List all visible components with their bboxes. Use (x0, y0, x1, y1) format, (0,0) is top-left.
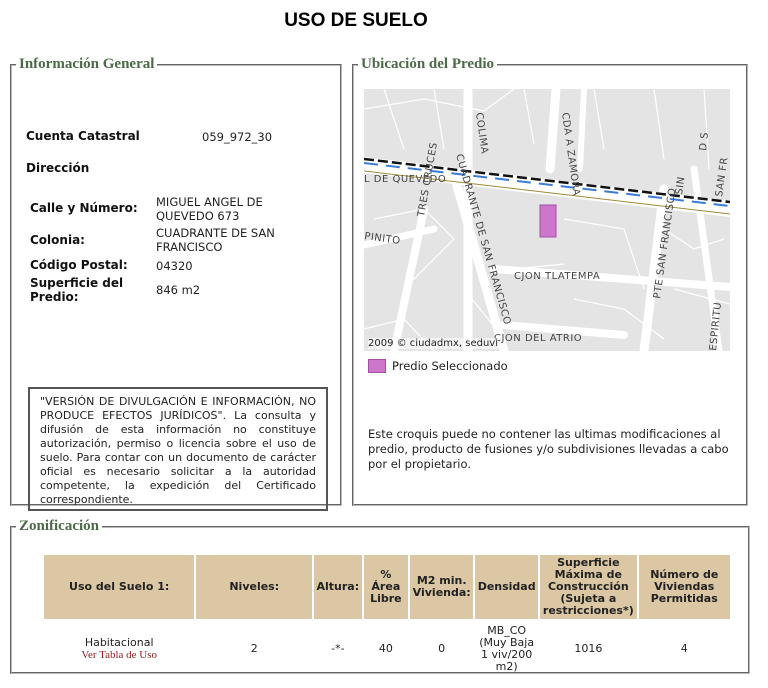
predio-seleccionado-label: Predio Seleccionado (392, 359, 508, 373)
map-street-tlatempa: CJON TLATEMPA (514, 271, 600, 282)
cell-altura: -*- (331, 642, 345, 655)
header-densidad: Densidad (475, 555, 539, 619)
informacion-general-panel: Información General Cuenta Catastral 059… (10, 56, 342, 511)
cuenta-catastral-label: Cuenta Catastral (26, 129, 140, 143)
header-m2-min-vivienda: M2 min. Vivienda: (410, 555, 474, 619)
header-altura: Altura: (314, 555, 362, 619)
ver-tabla-de-uso-link[interactable]: Ver Tabla de Uso (46, 649, 192, 661)
croquis-note: Este croquis puede no contener las ultim… (368, 427, 729, 471)
calle-value-line1: MIGUEL ANGEL DE (156, 195, 263, 209)
ubicacion-predio-legend: Ubicación del Predio (361, 56, 495, 72)
page-title: USO DE SUELO (284, 10, 428, 31)
map-credit: 2009 © ciudadmx, seduvi (368, 338, 499, 349)
cuenta-catastral-value: 059_972_30 (202, 130, 273, 144)
zonificacion-header-row: Uso del Suelo 1: Niveles: Altura: % Área… (44, 555, 730, 619)
cell-uso-suelo: Habitacional Ver Tabla de Uso (44, 621, 194, 677)
colonia-value-line1: CUADRANTE DE SAN (156, 226, 275, 240)
superficie-label-line2: Predio: (30, 290, 79, 304)
location-map[interactable]: L DE QUEVEDO COLIMA CDA A ZAMORA CUADRAN… (364, 89, 730, 351)
cell-area-libre: 40 (378, 642, 393, 655)
zonificacion-panel: Zonificación Uso del Suelo 1: Niveles: A… (10, 518, 750, 674)
codigo-postal-label: Código Postal: (30, 258, 128, 272)
calle-label: Calle y Número: (30, 201, 138, 215)
disclaimer-box: "VERSIÓN DE DIVULGACIÓN E INFORMACIÓN, N… (28, 387, 328, 511)
header-numero-viviendas: Número de Viviendas Permitidas (638, 555, 730, 619)
direccion-label: Dirección (26, 161, 90, 175)
colonia-label: Colonia: (30, 233, 85, 247)
colonia-value-line2: FRANCISCO (156, 240, 223, 254)
cell-m2-min-vivienda: 0 (438, 642, 446, 655)
header-superficie-maxima: Superficie Máxima de Construcción (Sujet… (540, 555, 637, 619)
cell-numero-viviendas: 4 (680, 642, 688, 655)
map-drawing: L DE QUEVEDO COLIMA CDA A ZAMORA CUADRAN… (364, 89, 730, 351)
ubicacion-predio-panel: Ubicación del Predio L DE QUEVEDO COLIMA… (352, 56, 748, 506)
cell-densidad: MB_CO (Muy Baja 1 viv/200 m2) (479, 624, 535, 673)
header-area-libre: % Área Libre (363, 555, 409, 619)
calle-value-line2: QUEVEDO 673 (156, 209, 240, 223)
zonificacion-legend: Zonificación (19, 518, 100, 534)
informacion-general-legend: Información General (19, 56, 155, 72)
superficie-label-line1: Superficie del (30, 276, 124, 290)
cell-niveles: 2 (250, 642, 258, 655)
map-street-d-s: D S (698, 132, 711, 152)
header-uso-suelo: Uso del Suelo 1: (44, 555, 195, 619)
zonificacion-table: Uso del Suelo 1: Niveles: Altura: % Área… (42, 553, 732, 679)
cell-superficie-maxima: 1016 (574, 642, 603, 655)
zonificacion-data-row: Habitacional Ver Tabla de Uso 2 -*- 40 0… (44, 621, 730, 677)
superficie-value: 846 m2 (156, 283, 201, 297)
header-niveles: Niveles: (196, 555, 313, 619)
codigo-postal-value: 04320 (156, 259, 193, 273)
uso-suelo-value: Habitacional (84, 636, 154, 649)
predio-seleccionado-swatch (368, 359, 386, 373)
map-street-atrio: CJON DEL ATRIO (494, 333, 582, 344)
